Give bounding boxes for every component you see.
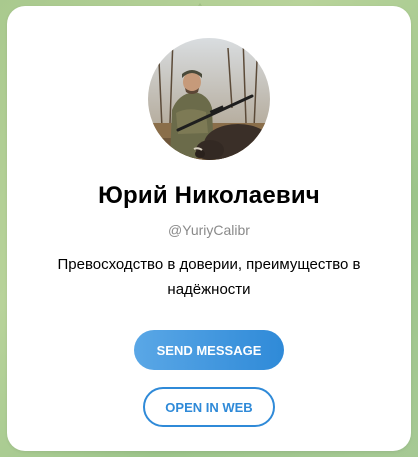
profile-username[interactable]: @YuriyCalibr [168, 222, 250, 238]
profile-card: Юрий Николаевич @YuriyCalibr Превосходст… [7, 6, 411, 451]
profile-photo-hunter-icon [148, 38, 270, 160]
avatar[interactable] [148, 38, 270, 160]
profile-name: Юрий Николаевич [98, 182, 320, 209]
profile-bio: Превосходство в доверии, преимущество в … [57, 256, 361, 298]
open-in-web-button[interactable]: OPEN IN WEB [143, 387, 275, 427]
send-message-button[interactable]: SEND MESSAGE [134, 330, 284, 370]
